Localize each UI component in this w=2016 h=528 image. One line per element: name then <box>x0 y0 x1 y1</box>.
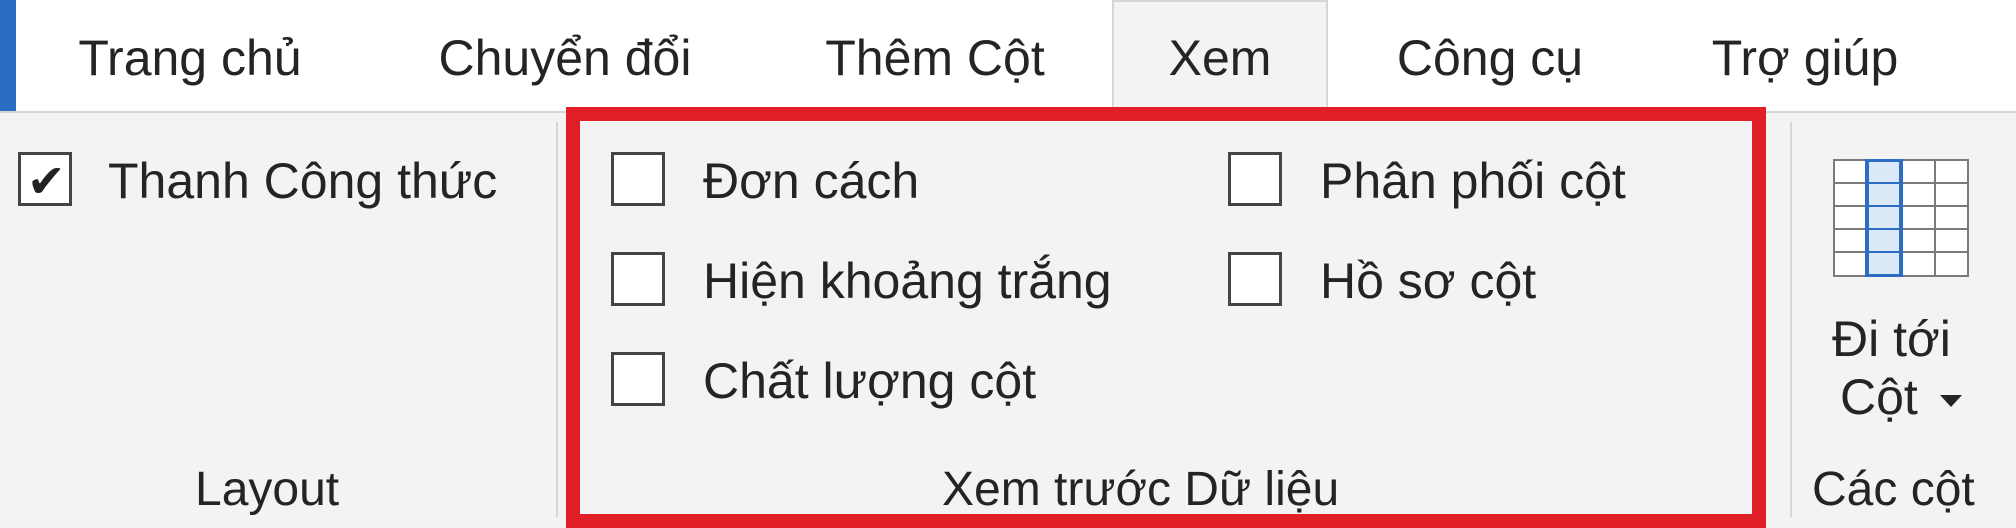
checkmark-icon: ✔ <box>27 155 66 207</box>
tab-transform[interactable]: Chuyển đổi <box>410 0 720 111</box>
highlight-box <box>566 107 1766 528</box>
ribbon-tab-bar: Trang chủ Chuyển đổi Thêm Cột Xem Công c… <box>0 0 2016 113</box>
go-to-column-button[interactable]: Đi tới Cột <box>1800 140 2000 440</box>
tab-help[interactable]: Trợ giúp <box>1690 0 1920 111</box>
tab-bar-accent <box>0 0 16 111</box>
go-to-column-label-line1: Đi tới <box>1832 311 1951 367</box>
formula-bar-checkbox[interactable]: ✔ <box>18 152 72 206</box>
dropdown-arrow-icon <box>1939 394 1962 407</box>
group-separator <box>556 122 558 517</box>
tab-tools[interactable]: Công cụ <box>1375 0 1605 111</box>
layout-group-label: Layout <box>195 463 340 516</box>
tab-view[interactable]: Xem <box>1112 0 1328 113</box>
columns-group-label: Các cột <box>1812 463 1975 516</box>
go-to-column-label-line2: Cột <box>1840 368 1962 426</box>
go-to-column-text: Cột <box>1840 369 1918 425</box>
table-column-icon <box>1833 159 1969 277</box>
formula-bar-label: Thanh Công thức <box>108 153 498 209</box>
tab-home[interactable]: Trang chủ <box>40 0 340 111</box>
group-separator <box>1790 122 1792 517</box>
tab-add-column[interactable]: Thêm Cột <box>800 0 1070 111</box>
